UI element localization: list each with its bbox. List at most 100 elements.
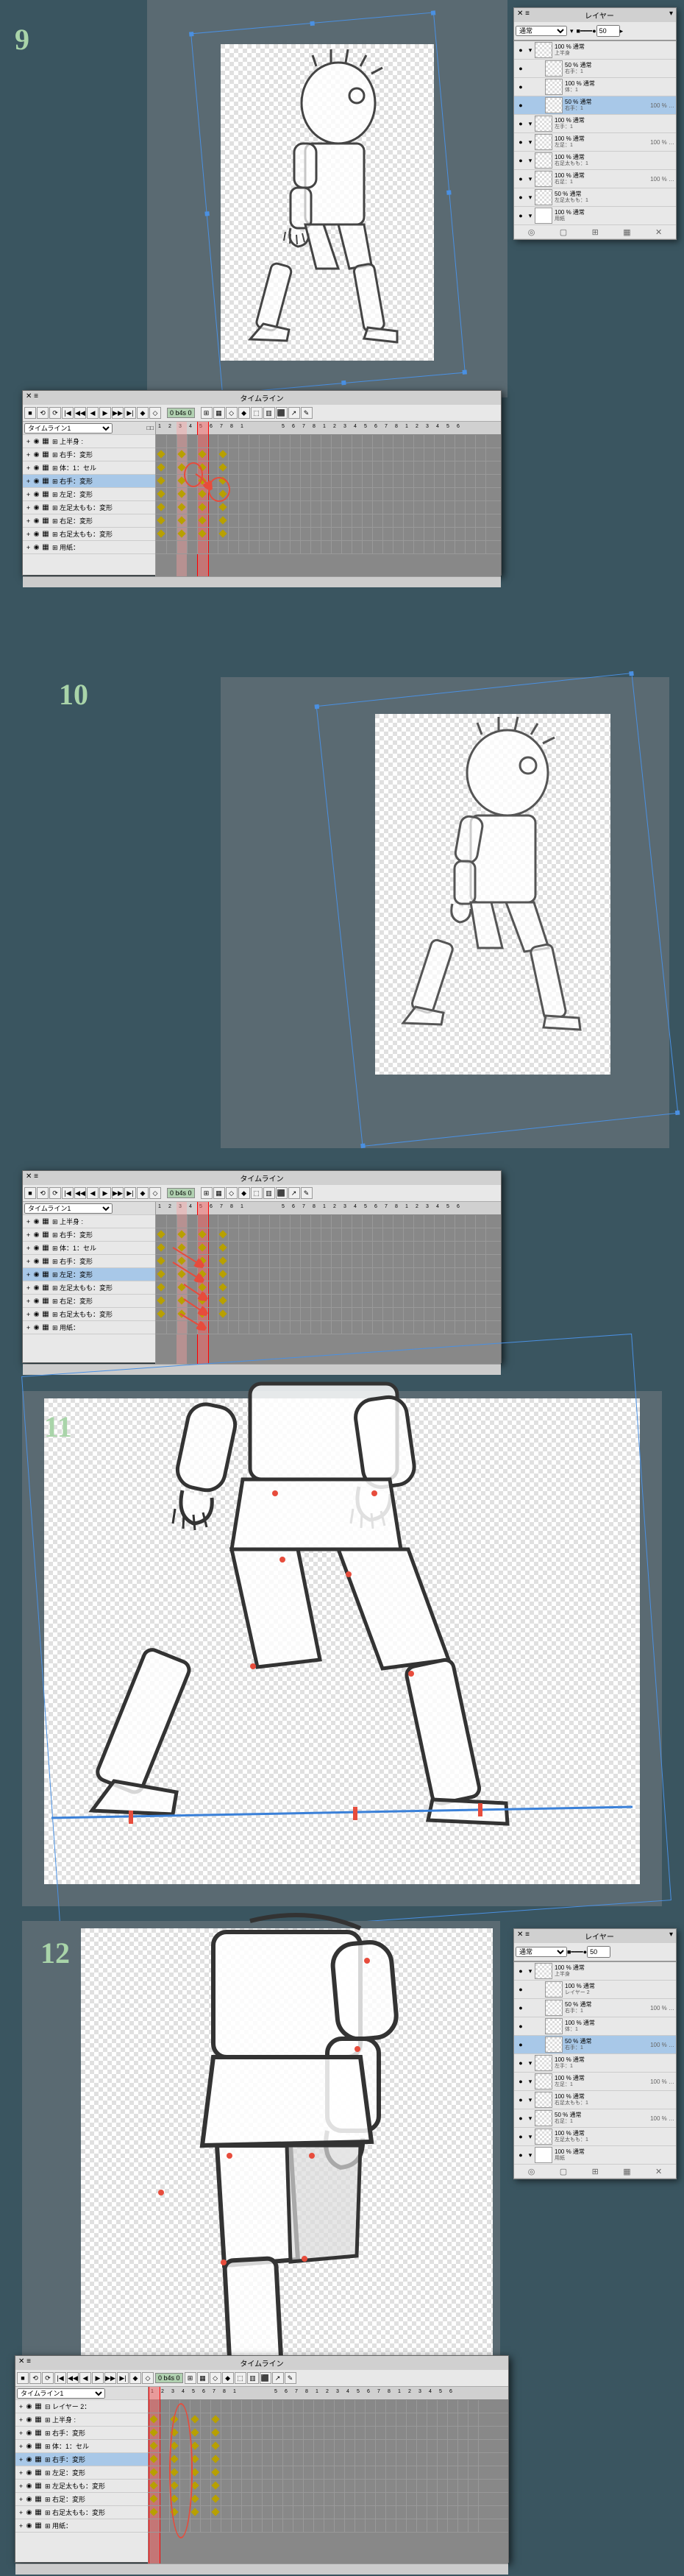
toolbar-button[interactable]: ▶ <box>99 407 111 419</box>
toolbar-button[interactable]: ◆ <box>137 407 149 419</box>
toolbar-button[interactable]: ▶| <box>124 407 136 419</box>
visibility-icon[interactable]: ● <box>516 65 526 72</box>
toolbar-button[interactable]: ▶▶ <box>112 1187 124 1199</box>
timeline-track[interactable]: +◉▦⊞ 体：1：セル <box>23 1242 155 1255</box>
timeline-track[interactable]: +◉▦⊞ 右手：変形 <box>15 2427 148 2440</box>
toolbar-button[interactable]: ▥ <box>263 407 275 419</box>
visibility-icon[interactable]: ● <box>516 120 526 127</box>
timeline-track[interactable]: +◉▦⊞ 左足太もも：変形 <box>23 501 155 514</box>
toolbar-button[interactable]: ▶▶ <box>112 407 124 419</box>
visibility-icon[interactable]: ● <box>516 2059 526 2067</box>
toolbar-button[interactable]: ✎ <box>285 2372 296 2384</box>
layers-footer[interactable]: ◎▢⊞▦✕ <box>514 2165 676 2179</box>
timeline-hscroll[interactable] <box>15 2563 508 2575</box>
toolbar-button[interactable]: ⟲ <box>29 2372 41 2384</box>
visibility-icon[interactable]: ● <box>516 2133 526 2140</box>
visibility-icon[interactable]: ● <box>516 1986 526 1993</box>
timeline-track[interactable]: +◉▦⊞ 上半身 : <box>23 1215 155 1228</box>
timeline-track[interactable]: +◉▦⊞ 左足：変形 <box>23 1268 155 1281</box>
visibility-icon[interactable]: ● <box>516 83 526 91</box>
blend-mode-select[interactable]: 通常 <box>516 26 567 36</box>
timeline-grid-12[interactable]: 123456781567812345678123456 <box>149 2387 508 2563</box>
toolbar-button[interactable]: ◆ <box>238 1187 250 1199</box>
visibility-icon[interactable]: ● <box>516 2023 526 2030</box>
opacity-input[interactable] <box>596 25 620 37</box>
timeline-track[interactable]: +◉▦⊞ 上半身 : <box>23 435 155 448</box>
toolbar-button[interactable]: ⬚ <box>235 2372 246 2384</box>
toolbar-button[interactable]: ◆ <box>222 2372 234 2384</box>
layer-row[interactable]: ● ▾ 100 % 通常上半身 <box>514 1962 676 1981</box>
toolbar-button[interactable]: ◀◀ <box>74 1187 86 1199</box>
visibility-icon[interactable]: ● <box>516 138 526 146</box>
layer-row[interactable]: ● ▾ 100 % 通常上半身 <box>514 41 676 60</box>
toolbar-button[interactable]: ▶ <box>92 2372 104 2384</box>
layer-row[interactable]: ● ▾ 50 % 通常右足：1 100 % … <box>514 2109 676 2128</box>
toolbar-button[interactable]: ◇ <box>226 407 238 419</box>
timeline-track[interactable]: +◉▦⊞ 右手：変形 <box>15 2453 148 2466</box>
visibility-icon[interactable]: ● <box>516 2115 526 2122</box>
blend-mode-select[interactable]: 通常 <box>516 1947 567 1957</box>
layer-row[interactable]: ● 50 % 通常右手：1 100 % … <box>514 2036 676 2054</box>
toolbar-button[interactable]: ◇ <box>142 2372 154 2384</box>
toolbar-button[interactable]: ◀ <box>79 2372 91 2384</box>
timeline-track[interactable]: +◉▦⊞ 右手：変形 <box>23 475 155 488</box>
close-icon[interactable]: ✕ ≡ <box>517 10 530 21</box>
toolbar-button[interactable]: ⟲ <box>37 1187 49 1199</box>
timeline-track[interactable]: +◉▦⊞ 用紙： <box>23 541 155 554</box>
toolbar-button[interactable]: ◇ <box>149 407 161 419</box>
layer-row[interactable]: ● ▾ 100 % 通常左手：1 <box>514 2054 676 2073</box>
timeline-grid-9[interactable]: 123456781567812345678123456 <box>156 422 501 576</box>
toolbar-button[interactable]: ↗ <box>272 2372 284 2384</box>
timeline-track[interactable]: +◉▦⊞ 体：1：セル <box>15 2440 148 2453</box>
timeline-hscroll[interactable] <box>23 576 501 587</box>
opacity-arrows[interactable]: ▸ <box>620 27 624 35</box>
timeline-track[interactable]: +◉▦⊞ 右足太もも：変形 <box>15 2506 148 2519</box>
toolbar-button[interactable]: ◆ <box>238 407 250 419</box>
toolbar-button[interactable]: ▦ <box>213 1187 225 1199</box>
layer-row[interactable]: ● ▾ 100 % 通常右足太もも：1 <box>514 152 676 170</box>
layer-row[interactable]: ● ▾ 100 % 通常左足太もも：1 <box>514 2128 676 2146</box>
toolbar-button[interactable]: ◇ <box>149 1187 161 1199</box>
toolbar-button[interactable]: ⟳ <box>49 407 61 419</box>
toolbar-button[interactable]: ▦ <box>197 2372 209 2384</box>
toolbar-button[interactable]: ■ <box>17 2372 29 2384</box>
close-icon[interactable]: ✕ ≡ <box>26 392 38 400</box>
visibility-icon[interactable]: ● <box>516 194 526 201</box>
layer-row[interactable]: ● 50 % 通常右手：1 <box>514 60 676 78</box>
toolbar-button[interactable]: ⬚ <box>251 407 263 419</box>
close-icon[interactable]: ✕ ≡ <box>18 2357 31 2366</box>
toolbar-button[interactable]: ⬛ <box>260 2372 271 2384</box>
toolbar-button[interactable]: ⟲ <box>37 407 49 419</box>
timeline-track[interactable]: +◉▦⊞ 体：1：セル <box>23 461 155 475</box>
visibility-icon[interactable]: ● <box>516 2004 526 2011</box>
visibility-icon[interactable]: ● <box>516 157 526 164</box>
visibility-icon[interactable]: ● <box>516 2078 526 2085</box>
transform-bbox-10[interactable] <box>316 673 679 1147</box>
timeline-track[interactable]: +◉▦⊞ 用紙： <box>23 1321 155 1334</box>
visibility-icon[interactable]: ● <box>516 2151 526 2159</box>
visibility-icon[interactable]: ● <box>516 175 526 183</box>
layers-footer[interactable]: ◎▢⊞▦✕ <box>514 225 676 239</box>
timeline-name-select[interactable]: タイムライン1 <box>24 423 113 434</box>
toolbar-button[interactable]: ◀ <box>87 1187 99 1199</box>
toolbar-button[interactable]: ▶ <box>99 1187 111 1199</box>
timeline-track[interactable]: +◉▦⊞ 右足：変形 <box>23 514 155 528</box>
toolbar-button[interactable]: ⊞ <box>201 407 213 419</box>
timeline-track[interactable]: +◉▦⊟ レイヤー 2： <box>15 2400 148 2413</box>
toolbar-button[interactable]: ▦ <box>213 407 225 419</box>
toolbar-button[interactable]: ⊞ <box>201 1187 213 1199</box>
timeline-track[interactable]: +◉▦⊞ 左足：変形 <box>15 2466 148 2480</box>
toolbar-button[interactable]: ◇ <box>226 1187 238 1199</box>
transform-bbox-11[interactable] <box>21 1334 671 1943</box>
layer-row[interactable]: ● ▾ 50 % 通常左足太もも：1 <box>514 188 676 207</box>
timeline-track[interactable]: +◉▦⊞ 右足太もも：変形 <box>23 1308 155 1321</box>
toolbar-button[interactable]: ■ <box>24 407 36 419</box>
layer-row[interactable]: ● ▾ 100 % 通常左手：1 <box>514 115 676 133</box>
toolbar-button[interactable]: ◀◀ <box>67 2372 79 2384</box>
toolbar-button[interactable]: ◆ <box>129 2372 141 2384</box>
timeline-track[interactable]: +◉▦⊞ 右足：変形 <box>23 1295 155 1308</box>
timeline-name-select[interactable]: タイムライン1 <box>17 2388 105 2399</box>
timeline-track[interactable]: +◉▦⊞ 左足：変形 <box>23 488 155 501</box>
toolbar-button[interactable]: ⟳ <box>42 2372 54 2384</box>
toolbar-button[interactable]: ■ <box>24 1187 36 1199</box>
